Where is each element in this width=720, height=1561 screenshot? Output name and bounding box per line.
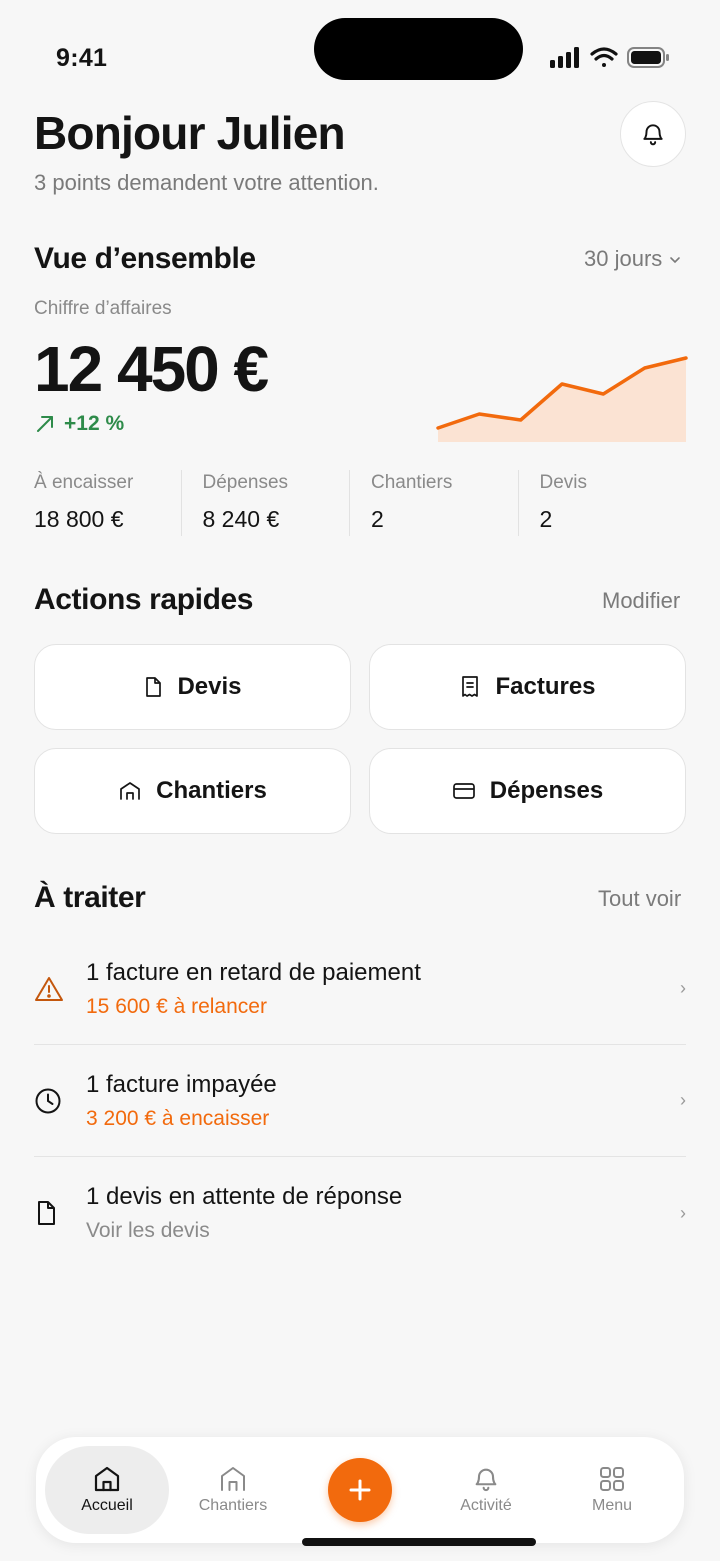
kpi-label: Dépenses <box>202 472 289 493</box>
quick-action-expenses[interactable]: Dépenses <box>369 748 686 834</box>
kpi-value: 2 <box>371 506 384 532</box>
greeting-subtitle: 3 points demandent votre attention. <box>34 170 379 195</box>
bell-icon <box>643 124 663 146</box>
kpi-value: 2 <box>539 506 553 532</box>
card-icon <box>452 783 475 799</box>
status-time: 9:41 <box>56 44 108 72</box>
todo-item-title: 1 facture impayée <box>86 1070 277 1098</box>
signal-icon <box>550 47 579 68</box>
kpi-to-collect[interactable]: À encaisser 18 800 € <box>34 470 181 536</box>
grid-icon <box>600 1467 624 1491</box>
todo-item-unpaid[interactable]: 1 facture impayée 3 200 € à encaisser › <box>34 1045 686 1157</box>
todo-item-pending-quote[interactable]: 1 devis en attente de réponse Voir les d… <box>34 1157 686 1269</box>
nav-label: Chantiers <box>198 1497 268 1514</box>
kpi-value: 8 240 € <box>202 506 280 532</box>
revenue-value: 12 450 € <box>34 333 269 405</box>
kpi-sites[interactable]: Chantiers 2 <box>349 470 518 536</box>
chevron-right-icon: › <box>680 1090 686 1110</box>
warning-icon <box>35 976 63 1001</box>
document-icon <box>38 1201 55 1225</box>
chevron-right-icon: › <box>680 1202 686 1223</box>
house-icon <box>94 1466 120 1492</box>
kpi-label: Chantiers <box>371 472 453 493</box>
receipt-icon <box>462 676 479 697</box>
kpi-expenses[interactable]: Dépenses 8 240 € <box>180 470 350 536</box>
battery-icon <box>627 47 669 68</box>
kpi-quotes[interactable]: Devis 2 <box>517 470 687 536</box>
kpi-label: À encaisser <box>34 472 134 493</box>
trend-value: +12 % <box>64 412 125 435</box>
quick-action-label: Dépenses <box>489 777 604 804</box>
kpi-value: 18 800 € <box>34 506 124 532</box>
wifi-icon <box>590 47 618 67</box>
quick-action-quotes[interactable]: Devis <box>34 644 351 730</box>
chevron-down-icon <box>670 257 681 264</box>
nav-item-activity[interactable]: Activité <box>424 1446 548 1534</box>
revenue-label: Chiffre d’affaires <box>34 298 172 319</box>
nav-item-menu[interactable]: Menu <box>550 1446 674 1534</box>
document-icon <box>146 677 162 697</box>
quick-action-label: Chantiers <box>156 777 267 804</box>
todo-item-overdue[interactable]: 1 facture en retard de paiement 15 600 €… <box>34 933 686 1045</box>
status-icons <box>550 47 669 68</box>
quick-action-invoices[interactable]: Factures <box>369 644 686 730</box>
home-indicator <box>302 1538 536 1546</box>
kpi-row: À encaisser 18 800 € Dépenses 8 240 € Ch… <box>34 470 686 536</box>
house-icon <box>221 1467 245 1491</box>
plus-icon <box>349 1479 371 1501</box>
period-selector[interactable]: 30 jours <box>584 246 682 272</box>
period-label: 30 jours <box>584 246 663 271</box>
quick-action-label: Devis <box>177 673 242 700</box>
clock-icon <box>35 1088 61 1113</box>
todo-title: À traiter <box>34 881 146 914</box>
quick-actions-title: Actions rapides <box>34 583 254 616</box>
todo-item-subtitle: 15 600 € à relancer <box>86 994 267 1018</box>
quick-action-sites[interactable]: Chantiers <box>34 748 351 834</box>
revenue-sparkline <box>436 356 688 442</box>
todo-item-subtitle: 3 200 € à encaisser <box>86 1106 270 1130</box>
chevron-right-icon: › <box>680 978 686 998</box>
nav-label: Activité <box>460 1497 512 1514</box>
add-button[interactable] <box>328 1458 392 1522</box>
nav-label: Accueil <box>81 1497 133 1514</box>
bell-icon <box>475 1468 497 1492</box>
arrow-up-right-icon <box>37 416 53 432</box>
nav-item-sites[interactable]: Chantiers <box>171 1446 295 1534</box>
nav-item-home[interactable]: Accueil <box>45 1446 169 1534</box>
greeting-title: Bonjour Julien <box>34 107 346 159</box>
modify-link[interactable]: Modifier <box>602 588 680 614</box>
kpi-label: Devis <box>539 472 588 493</box>
notifications-button[interactable] <box>620 101 686 167</box>
nav-label: Menu <box>591 1497 633 1514</box>
dynamic-island <box>314 18 523 80</box>
todo-item-title: 1 facture en retard de paiement <box>86 958 421 986</box>
revenue-trend: +12 % <box>34 412 124 436</box>
house-icon <box>120 782 140 800</box>
bottom-nav: Accueil Chantiers Activité Menu <box>36 1437 684 1543</box>
todo-item-subtitle: Voir les devis <box>86 1219 210 1242</box>
sparkline-area <box>438 358 686 442</box>
todo-item-title: 1 devis en attente de réponse <box>86 1183 403 1210</box>
quick-action-label: Factures <box>495 673 596 700</box>
overview-title: Vue d’ensemble <box>34 242 256 275</box>
see-all-link[interactable]: Tout voir <box>598 886 681 912</box>
